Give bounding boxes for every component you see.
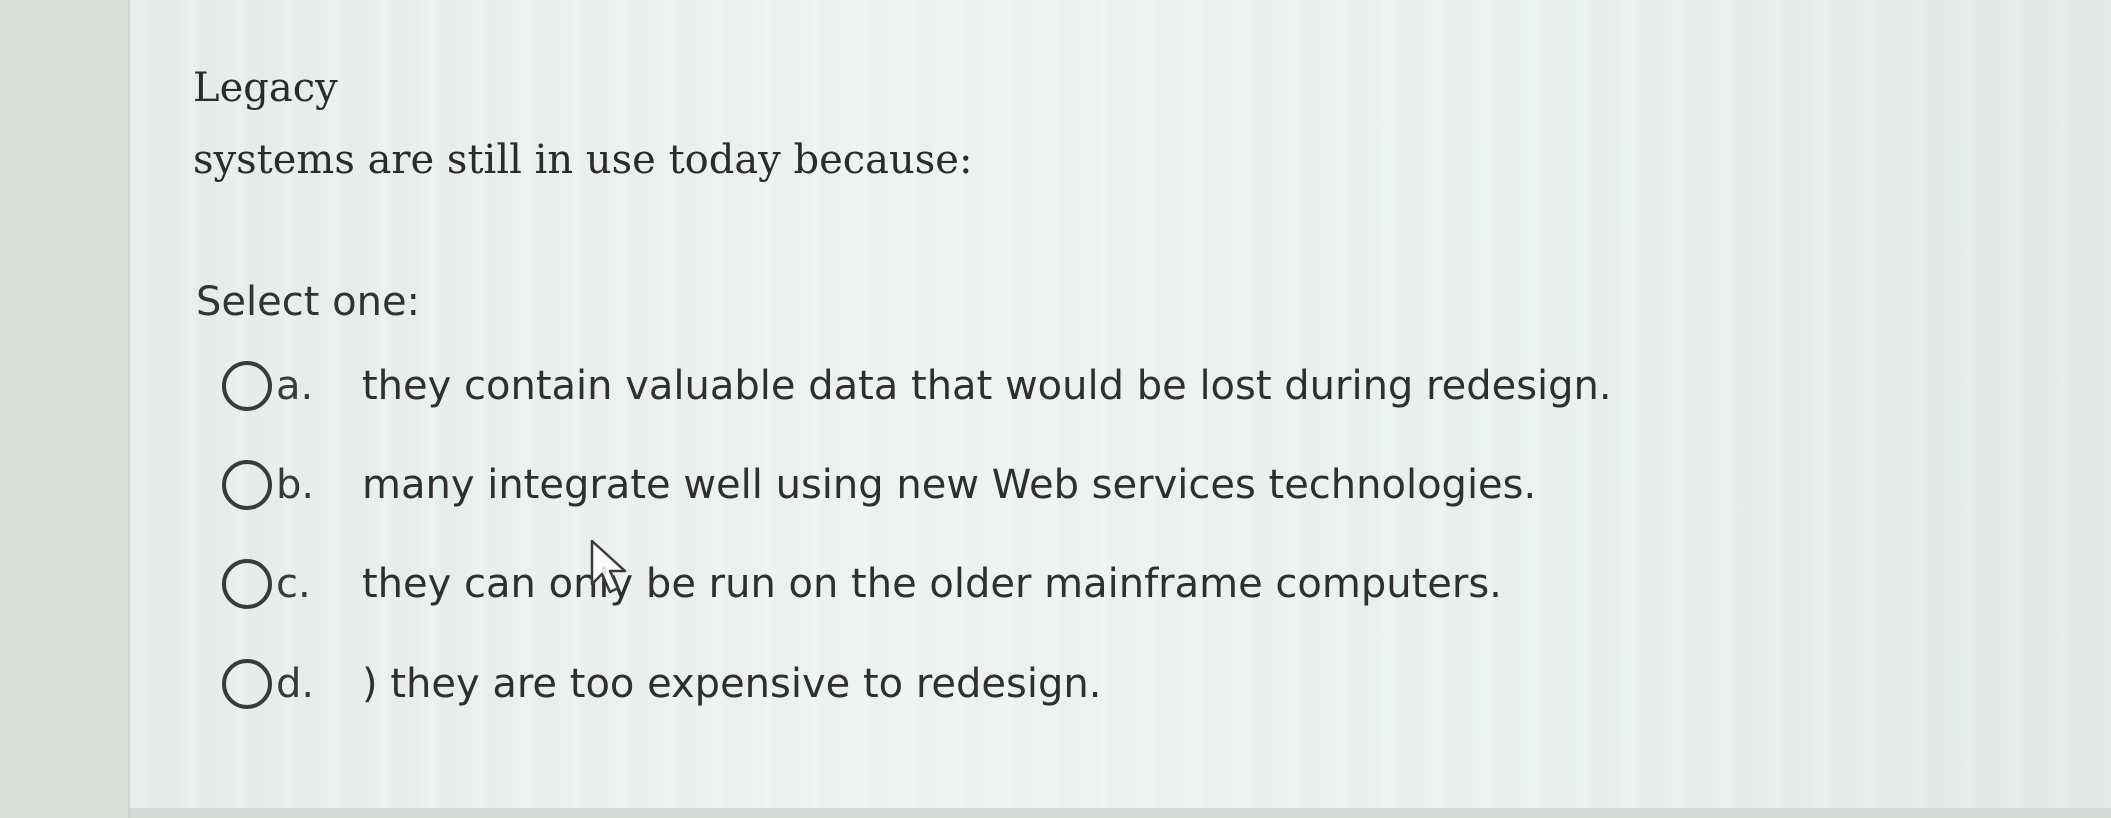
option-text[interactable]: they can only be run on the older mainfr… bbox=[362, 564, 1502, 604]
option-letter: a. bbox=[276, 363, 314, 409]
option-letter: d. bbox=[276, 661, 315, 707]
answer-option-a[interactable]: a. they contain valuable data that would… bbox=[222, 353, 1612, 419]
left-margin bbox=[0, 0, 130, 818]
radio-unselected-icon[interactable] bbox=[222, 659, 272, 709]
option-letter: c. bbox=[276, 561, 311, 607]
answer-option-c[interactable]: c. they can only be run on the older mai… bbox=[222, 551, 1502, 617]
answer-option-d[interactable]: d. ) they are too expensive to redesign. bbox=[222, 651, 1101, 717]
panel-bottom-edge bbox=[130, 808, 2111, 818]
select-one-prompt: Select one: bbox=[196, 279, 421, 325]
radio-unselected-icon[interactable] bbox=[222, 460, 272, 510]
mouse-pointer-icon bbox=[590, 539, 627, 594]
radio-unselected-icon[interactable] bbox=[222, 361, 272, 411]
option-text[interactable]: they contain valuable data that would be… bbox=[362, 366, 1612, 406]
option-text[interactable]: ) they are too expensive to redesign. bbox=[362, 664, 1101, 704]
radio-unselected-icon[interactable] bbox=[222, 559, 272, 609]
option-text[interactable]: many integrate well using new Web servic… bbox=[362, 465, 1536, 505]
question-text-line-1: Legacy bbox=[193, 65, 338, 111]
option-letter: b. bbox=[276, 462, 315, 508]
question-text-line-2: systems are still in use today because: bbox=[193, 137, 973, 183]
answer-option-b[interactable]: b. many integrate well using new Web ser… bbox=[222, 452, 1536, 518]
